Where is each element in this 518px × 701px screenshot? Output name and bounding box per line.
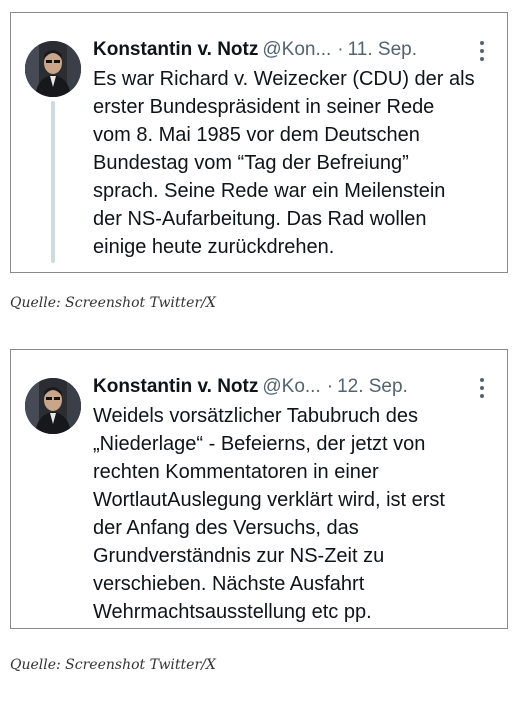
- tweet-text-line: Grundverständnis zur NS-Zeit zu: [93, 545, 385, 567]
- image-caption: Quelle: Screenshot Twitter/X: [10, 657, 216, 673]
- avatar-photo-icon: [25, 41, 81, 97]
- tweet-text-line: rechten Kommentatoren in einer: [93, 461, 379, 483]
- more-vertical-icon[interactable]: [477, 376, 487, 400]
- header-separator: ·: [337, 39, 344, 60]
- tweet-text-line: Wehrmachtsausstellung etc pp.: [93, 601, 372, 623]
- author-handle[interactable]: @Kon...: [262, 39, 331, 60]
- tweet-text-line: verschieben. Nächste Ausfahrt: [93, 573, 365, 595]
- more-vertical-icon[interactable]: [477, 39, 487, 63]
- tweet-text-line: erster Bundespräsident in seiner Rede: [93, 96, 435, 118]
- image-caption: Quelle: Screenshot Twitter/X: [10, 295, 216, 311]
- tweet-text-line: Es war Richard v. Weizecker (CDU) der al…: [93, 68, 475, 90]
- tweet-text: Es war Richard v. Weizecker (CDU) der al…: [93, 65, 495, 261]
- tweet-text-line: Bundestag vom “Tag der Befreiung”: [93, 152, 409, 174]
- tweet-header: Konstantin v. Notz @Kon... · 11. Sep.: [93, 37, 467, 63]
- thread-line: [51, 101, 55, 263]
- tweet-text-line: einige heute zurückdrehen.: [93, 236, 335, 258]
- tweet-date[interactable]: 11. Sep.: [348, 39, 417, 60]
- tweet-card[interactable]: Konstantin v. Notz @Ko... · 12. Sep. Weidel…: [10, 349, 508, 629]
- author-handle[interactable]: @Ko...: [262, 376, 320, 397]
- avatar[interactable]: [25, 41, 81, 97]
- tweet-text-line: sprach. Seine Rede war ein Meilenstein: [93, 180, 446, 202]
- header-separator: ·: [326, 376, 334, 397]
- tweet-text-line: der NS-Aufarbeitung. Das Rad wollen: [93, 208, 427, 230]
- tweet-text-line: vom 8. Mai 1985 vor dem Deutschen: [93, 124, 420, 146]
- tweet-text: Weidels vorsätzlicher Tabubruch des „Nie…: [93, 402, 495, 626]
- avatar[interactable]: [25, 378, 81, 434]
- author-name[interactable]: Konstantin v. Notz: [93, 39, 258, 60]
- tweet-text-line: WortlautAuslegung verklärt wird, ist ers…: [93, 489, 445, 511]
- avatar-photo-icon: [25, 378, 81, 434]
- author-name[interactable]: Konstantin v. Notz: [93, 376, 258, 397]
- tweet-text-line: der Anfang des Versuchs, das: [93, 517, 359, 539]
- tweet-text-line: „Niederlage“ - Befeierns, der jetzt von: [93, 433, 426, 455]
- tweet-header: Konstantin v. Notz @Ko... · 12. Sep.: [93, 374, 467, 400]
- tweet-text-line: Weidels vorsätzlicher Tabubruch des: [93, 405, 418, 427]
- tweet-card[interactable]: Konstantin v. Notz @Kon... · 11. Sep. Es wa…: [10, 12, 508, 273]
- tweet-date[interactable]: 12. Sep.: [337, 376, 408, 397]
